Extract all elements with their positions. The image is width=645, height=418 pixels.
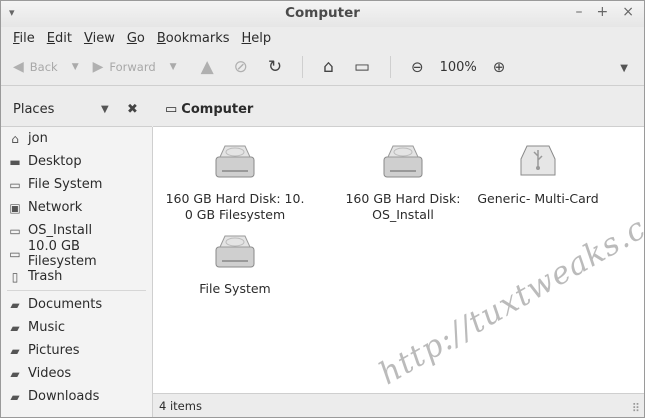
close-icon[interactable]: ×	[622, 4, 634, 20]
trash-icon: ▯	[11, 269, 19, 284]
back-button[interactable]: ◀ Back	[13, 59, 58, 75]
file-item[interactable]: File System	[160, 233, 310, 297]
hard-disk-icon	[215, 235, 255, 268]
hard-disk-icon	[383, 145, 423, 178]
folder-icon: ▰	[10, 320, 20, 335]
toolbar-separator	[302, 56, 304, 78]
folder-icon: ▰	[10, 366, 20, 381]
up-icon[interactable]: ▲	[201, 57, 214, 77]
zoom-in-icon[interactable]: ⊕	[493, 58, 506, 76]
toolbar: ◀ Back ▼ ▶ Forward ▼ ▲ ⊘ ↻ ⌂ ▭ ⊖ 100% ⊕	[1, 49, 644, 86]
places-header: Places ▼ ✖	[1, 92, 152, 127]
stop-icon[interactable]: ⊘	[234, 57, 248, 77]
forward-history-dropdown-icon[interactable]: ▼	[170, 62, 177, 72]
toolbar-separator	[390, 56, 392, 78]
places-dropdown-icon[interactable]: ▼	[101, 104, 109, 115]
zoom-out-icon[interactable]: ⊖	[411, 58, 424, 76]
menu-file[interactable]: File	[7, 31, 41, 46]
close-sidebar-icon[interactable]: ✖	[127, 102, 138, 117]
resize-grip-icon[interactable]: ⠿	[632, 401, 640, 415]
sidebar-item-10gb-filesystem[interactable]: ▭ 10.0 GB Filesystem	[1, 239, 152, 269]
sidebar-item-file-system[interactable]: ▭ File System	[1, 173, 152, 196]
folder-icon: ▰	[10, 343, 20, 358]
computer-icon: ▭	[165, 101, 178, 117]
drive-icon: ▭	[9, 223, 21, 238]
forward-button[interactable]: ▶ Forward	[93, 59, 156, 75]
home-icon: ⌂	[11, 131, 19, 146]
sidebar-divider	[7, 290, 146, 291]
window-title: Computer	[285, 5, 360, 21]
sidebar-item-videos[interactable]: ▰ Videos	[1, 362, 152, 385]
sidebar-item-documents[interactable]: ▰ Documents	[1, 293, 152, 316]
item-count: 4 items	[159, 399, 202, 413]
title-bar[interactable]: ▾ Computer – + ×	[1, 1, 644, 27]
location-title[interactable]: Computer	[181, 102, 253, 117]
menu-bar: File Edit View Go Bookmarks Help	[1, 27, 644, 49]
sidebar-item-pictures[interactable]: ▰ Pictures	[1, 339, 152, 362]
places-sidebar: ⌂ jon ▬ Desktop ▭ File System ▣ Network ▭ OS_…	[1, 127, 153, 417]
zoom-level[interactable]: 100%	[440, 60, 477, 75]
sidebar-item-desktop[interactable]: ▬ Desktop	[1, 150, 152, 173]
sidebar-item-downloads[interactable]: ▰ Downloads	[1, 385, 152, 408]
file-item[interactable]: 160 GB Hard Disk: 10. 0 GB Filesystem	[160, 143, 310, 223]
folder-icon: ▰	[10, 297, 20, 312]
sidebar-item-network[interactable]: ▣ Network	[1, 196, 152, 219]
file-manager-window: ▾ Computer – + × File Edit View Go Bookm…	[0, 0, 645, 418]
network-icon: ▣	[9, 200, 21, 215]
drive-icon: ▭	[9, 177, 21, 192]
usb-drive-icon	[520, 145, 556, 176]
sidebar-item-jon[interactable]: ⌂ jon	[1, 127, 152, 150]
home-icon[interactable]: ⌂	[323, 57, 334, 77]
menu-go[interactable]: Go	[121, 31, 151, 46]
folder-icon: ▰	[10, 389, 20, 404]
reload-icon[interactable]: ↻	[268, 57, 282, 77]
file-item[interactable]: 160 GB Hard Disk: OS_Install	[328, 143, 478, 223]
back-history-dropdown-icon[interactable]: ▼	[72, 62, 79, 72]
maximize-icon[interactable]: +	[597, 4, 609, 20]
hard-disk-icon	[215, 145, 255, 178]
drive-icon: ▭	[9, 246, 21, 261]
status-bar: 4 items ⠿	[153, 393, 644, 417]
menu-bookmarks[interactable]: Bookmarks	[151, 31, 236, 46]
back-arrow-icon: ◀	[13, 59, 24, 75]
view-options-dropdown-icon[interactable]: ▼	[620, 63, 628, 74]
menu-view[interactable]: View	[78, 31, 121, 46]
location-bar: ▭ Computer	[153, 92, 644, 127]
menu-edit[interactable]: Edit	[41, 31, 78, 46]
file-item[interactable]: Generic- Multi-Card	[463, 143, 613, 207]
minimize-icon[interactable]: –	[576, 4, 583, 20]
desktop-icon: ▬	[9, 154, 21, 169]
forward-arrow-icon: ▶	[92, 59, 104, 75]
menu-help[interactable]: Help	[236, 31, 278, 46]
sidebar-item-music[interactable]: ▰ Music	[1, 316, 152, 339]
computer-icon[interactable]: ▭	[354, 57, 370, 77]
